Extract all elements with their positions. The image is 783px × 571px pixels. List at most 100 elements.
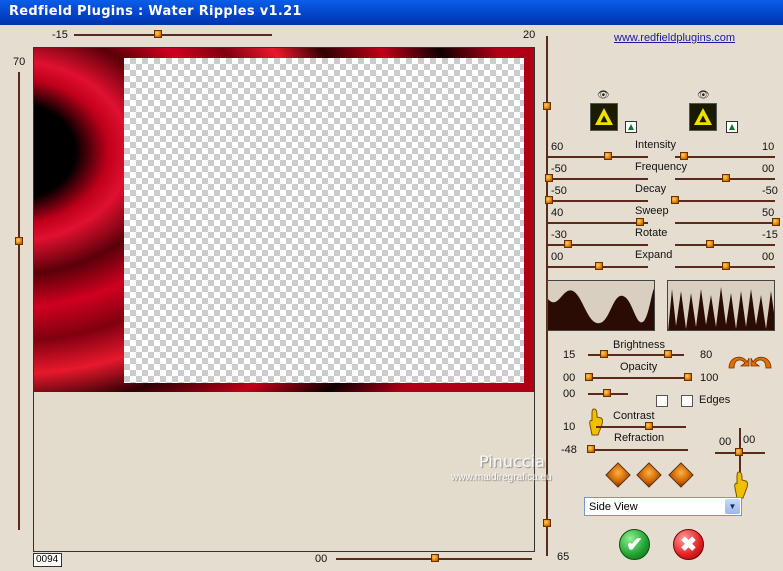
ok-button[interactable]: ✔ bbox=[619, 529, 650, 560]
website-link[interactable]: www.redfieldplugins.com bbox=[614, 32, 735, 44]
refraction-label: Refraction bbox=[614, 432, 665, 444]
opacity-label: Opacity bbox=[620, 361, 658, 373]
param-left-value: 60 bbox=[551, 141, 564, 153]
hand-pointer-icon[interactable] bbox=[733, 470, 749, 500]
watermark-name: Pinuccia bbox=[479, 452, 545, 471]
param-left-thumb[interactable] bbox=[604, 152, 612, 160]
check-icon: ✔ bbox=[626, 534, 643, 556]
refraction-thumb[interactable] bbox=[587, 445, 595, 453]
view-select-value: Side View bbox=[589, 501, 638, 513]
top-slider-right-value: 20 bbox=[523, 29, 536, 41]
frame-counter: 0094 bbox=[33, 553, 62, 567]
brightness-right-value: 80 bbox=[700, 349, 713, 361]
opacity-thumb-left[interactable] bbox=[585, 373, 593, 381]
eye-icon[interactable]: 👁 bbox=[597, 90, 610, 101]
param-label: Frequency bbox=[635, 161, 687, 173]
brightness-left-value: 15 bbox=[563, 349, 576, 361]
preset-left[interactable] bbox=[590, 103, 618, 131]
param-left-value: 40 bbox=[551, 207, 564, 219]
param-left-track[interactable] bbox=[548, 156, 648, 158]
hand-pointer-icon[interactable] bbox=[588, 407, 604, 437]
preset-left-up-button[interactable] bbox=[625, 121, 637, 133]
param-right-track[interactable] bbox=[675, 156, 775, 158]
param-label: Sweep bbox=[635, 205, 669, 217]
brightness-label: Brightness bbox=[613, 339, 665, 351]
top-slider-left-value: -15 bbox=[52, 29, 68, 41]
param-right-value: -50 bbox=[762, 185, 778, 197]
param-right-thumb[interactable] bbox=[722, 174, 730, 182]
param-right-thumb[interactable] bbox=[671, 196, 679, 204]
param-left-track[interactable] bbox=[548, 244, 648, 246]
xy-left-value: 00 bbox=[719, 436, 732, 448]
contrast-thumb[interactable] bbox=[645, 422, 653, 430]
view-select[interactable]: Side View ▼ bbox=[584, 497, 742, 516]
waveform-preview-right bbox=[667, 280, 775, 331]
contrast-label: Contrast bbox=[613, 410, 655, 422]
top-slider-track[interactable] bbox=[74, 34, 272, 36]
left-slider-value: 70 bbox=[13, 56, 26, 68]
edges-label: Edges bbox=[699, 394, 731, 406]
param-left-track[interactable] bbox=[548, 222, 648, 224]
bottom-slider-right-value: 65 bbox=[557, 551, 570, 563]
contrast-track[interactable] bbox=[596, 426, 686, 428]
param-label: Decay bbox=[635, 183, 667, 195]
param-left-value: -50 bbox=[551, 185, 567, 197]
top-slider-thumb[interactable] bbox=[154, 30, 162, 38]
param-right-thumb[interactable] bbox=[680, 152, 688, 160]
param-left-thumb[interactable] bbox=[595, 262, 603, 270]
preset-right[interactable] bbox=[689, 103, 717, 131]
param-right-value: -15 bbox=[762, 229, 778, 241]
left-slider-thumb[interactable] bbox=[15, 237, 23, 245]
waveform-preview-left bbox=[547, 280, 655, 331]
left-slider-track[interactable] bbox=[18, 72, 20, 530]
param-right-value: 10 bbox=[762, 141, 775, 153]
param-right-value: 00 bbox=[762, 163, 775, 175]
param-right-value: 00 bbox=[762, 251, 775, 263]
brightness-thumb-left[interactable] bbox=[600, 350, 608, 358]
opacity2-thumb[interactable] bbox=[603, 389, 611, 397]
rotate-arrows-icon[interactable] bbox=[725, 350, 775, 372]
param-left-value: -50 bbox=[551, 163, 567, 175]
preset-right-up-button[interactable] bbox=[726, 121, 738, 133]
param-left-track[interactable] bbox=[548, 200, 648, 202]
param-right-track[interactable] bbox=[675, 200, 775, 202]
param-right-thumb[interactable] bbox=[722, 262, 730, 270]
right-preview-slider-thumb-top[interactable] bbox=[543, 102, 551, 110]
bottom-slider-thumb[interactable] bbox=[431, 554, 439, 562]
opacity-track[interactable] bbox=[588, 377, 688, 379]
light-xy-thumb[interactable] bbox=[735, 448, 743, 456]
refraction-track[interactable] bbox=[588, 449, 688, 451]
light-toggle-checkbox[interactable] bbox=[656, 395, 668, 407]
xy-right-value: 00 bbox=[743, 434, 756, 446]
opacity2-left-value: 00 bbox=[563, 388, 576, 400]
param-left-track[interactable] bbox=[548, 178, 648, 180]
param-left-thumb[interactable] bbox=[545, 174, 553, 182]
param-right-track[interactable] bbox=[675, 222, 775, 224]
title-bar: Redfield Plugins : Water Ripples v1.21 bbox=[0, 0, 783, 25]
param-label: Rotate bbox=[635, 227, 668, 239]
close-icon: ✖ bbox=[680, 534, 697, 556]
watermark-url: www.maidiregrafica.eu bbox=[451, 472, 552, 483]
param-left-thumb[interactable] bbox=[545, 196, 553, 204]
param-left-thumb[interactable] bbox=[564, 240, 572, 248]
param-right-thumb[interactable] bbox=[772, 218, 780, 226]
opacity-thumb-right[interactable] bbox=[684, 373, 692, 381]
refraction-left-value: -48 bbox=[561, 444, 577, 456]
right-preview-slider-thumb-bottom[interactable] bbox=[543, 519, 551, 527]
contrast-left-value: 10 bbox=[563, 421, 576, 433]
edges-checkbox[interactable] bbox=[681, 395, 693, 407]
chevron-down-icon[interactable]: ▼ bbox=[725, 499, 740, 514]
opacity-left-value: 00 bbox=[563, 372, 576, 384]
param-left-value: 00 bbox=[551, 251, 564, 263]
param-left-thumb[interactable] bbox=[636, 218, 644, 226]
preview-image bbox=[34, 48, 534, 392]
bottom-slider-value: 00 bbox=[315, 553, 328, 565]
param-right-thumb[interactable] bbox=[706, 240, 714, 248]
cancel-button[interactable]: ✖ bbox=[673, 529, 704, 560]
brightness-thumb-right[interactable] bbox=[664, 350, 672, 358]
param-label: Intensity bbox=[635, 139, 676, 151]
eye-icon[interactable]: 👁 bbox=[697, 90, 710, 101]
transparent-area bbox=[124, 58, 524, 383]
param-label: Expand bbox=[635, 249, 673, 261]
param-right-track[interactable] bbox=[675, 244, 775, 246]
